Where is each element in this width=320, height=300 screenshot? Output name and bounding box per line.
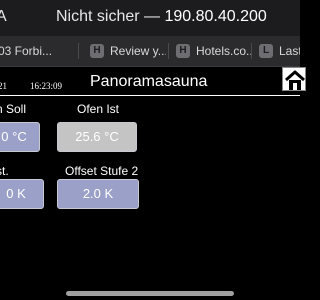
- tab-label: Review y...: [110, 44, 166, 58]
- tab-divider: [251, 43, 252, 59]
- clock-time: 16:23:09: [30, 81, 63, 91]
- tab-label: 03 Forbi...: [0, 44, 53, 58]
- site-favicon-icon: L: [259, 44, 273, 58]
- ofen-ist-value: 25.6 °C: [57, 122, 137, 152]
- tab-label: LastP: [279, 44, 300, 58]
- field-value: 0 °C: [1, 129, 27, 144]
- home-indicator[interactable]: [66, 291, 234, 296]
- field-value: 25.6 °C: [75, 129, 119, 144]
- offset-value-button[interactable]: 0 K: [0, 179, 44, 209]
- url-host: 190.80.40.200: [164, 8, 267, 25]
- field-label-offset-stufe-2: Offset Stufe 2: [65, 164, 139, 178]
- tab-hotels[interactable]: H Hotels.co...: [170, 39, 252, 63]
- field-value: 0 K: [6, 186, 26, 201]
- page-title: Panoramasauna: [90, 73, 208, 90]
- tab-bar: 03 Forbi... H Review y... H Hotels.co...…: [0, 36, 300, 67]
- url-display[interactable]: Nicht sicher — 190.80.40.200: [56, 8, 267, 26]
- tab-review[interactable]: H Review y...: [84, 39, 166, 63]
- site-favicon-icon: H: [176, 44, 190, 58]
- date-fragment: 21: [0, 81, 7, 91]
- tab-divider: [168, 43, 169, 59]
- browser-address-bar[interactable]: A Nicht sicher — 190.80.40.200: [0, 0, 300, 36]
- header-divider: [0, 95, 300, 96]
- reader-aa-button[interactable]: A: [0, 8, 7, 26]
- url-separator: —: [144, 8, 161, 25]
- home-icon: [285, 70, 305, 90]
- soll-value-button[interactable]: 0 °C: [0, 122, 40, 152]
- offset-stufe-2-button[interactable]: 2.0 K: [57, 179, 139, 209]
- tab-divider: [78, 43, 79, 59]
- sauna-control-panel: 21 16:23:09 Panoramasauna n Soll 0 °C Of…: [0, 67, 306, 300]
- tab-forbi[interactable]: 03 Forbi...: [0, 39, 74, 63]
- tab-lastp[interactable]: L LastP: [253, 39, 300, 63]
- home-button[interactable]: [282, 67, 306, 91]
- site-favicon-icon: H: [90, 44, 104, 58]
- security-warning: Nicht sicher: [56, 8, 140, 25]
- field-label-soll: n Soll: [0, 102, 27, 116]
- field-label-ofen-ist: Ofen Ist: [77, 102, 120, 116]
- tab-label: Hotels.co...: [196, 44, 252, 58]
- field-label-offset: st.: [0, 164, 9, 178]
- field-value: 2.0 K: [82, 186, 114, 201]
